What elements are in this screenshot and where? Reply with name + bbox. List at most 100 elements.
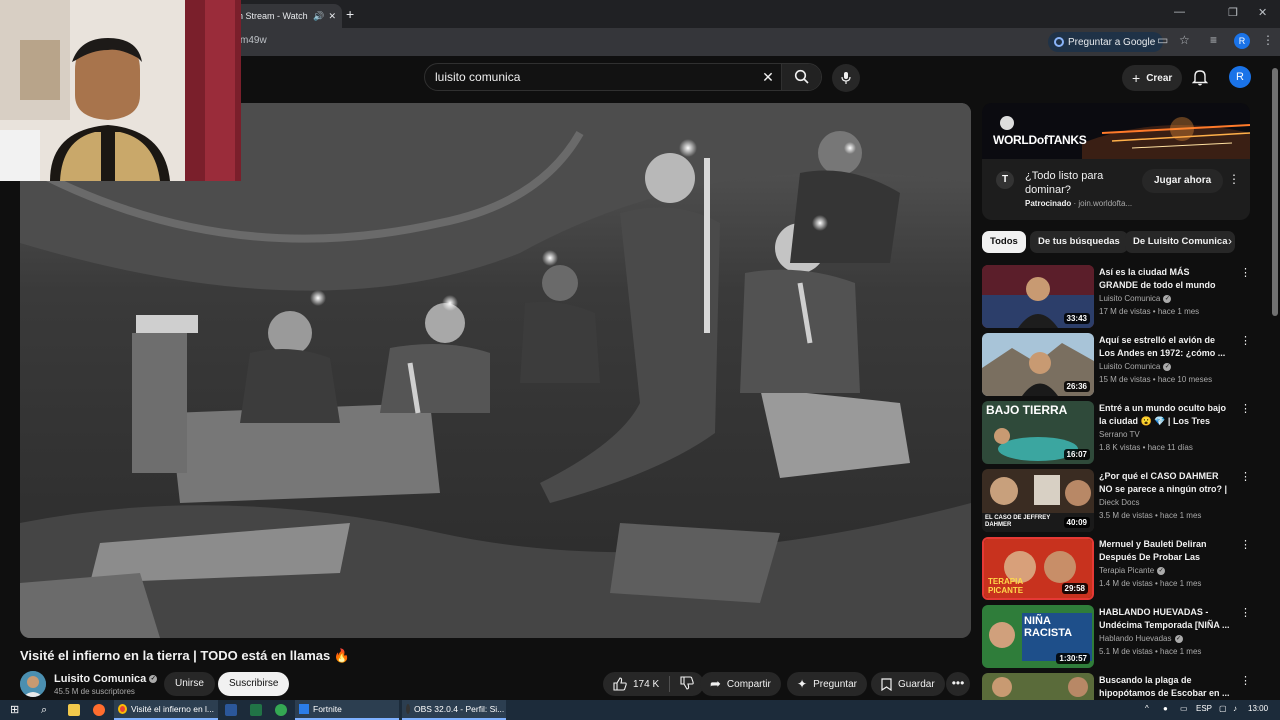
video-thumbnail[interactable]: BAJO TIERRA 16:07 <box>982 401 1094 464</box>
channel-line[interactable]: Hablando Huevadas ✓ <box>1099 634 1183 643</box>
item-menu-icon[interactable]: ⋮ <box>1240 334 1251 347</box>
ad-menu-icon[interactable]: ⋮ <box>1228 172 1240 186</box>
video-thumbnail[interactable]: 26:36 <box>982 333 1094 396</box>
channel-line[interactable]: Terapia Picante ✓ <box>1099 566 1166 575</box>
sponsored-ad[interactable]: WORLDofTANKS T ¿Todo listo para dominar?… <box>982 103 1250 220</box>
media-controls-icon[interactable]: ≡ <box>1210 33 1217 47</box>
video-title[interactable]: Así es la ciudad MÁS GRANDE de todo el m… <box>1099 266 1231 292</box>
list-item[interactable]: Buscando la plaga de hipopótamos de Esco… <box>982 673 1250 700</box>
browser-tab[interactable]: n Stream - Watch 🔊 ✕ <box>232 4 342 28</box>
channel-avatar[interactable] <box>20 671 46 697</box>
channel-line[interactable]: Luisito Comunica ✓ <box>1099 362 1172 371</box>
save-label: Guardar <box>898 678 935 690</box>
dislike-button[interactable] <box>680 675 694 693</box>
url-text[interactable]: m49w <box>240 35 267 46</box>
video-title[interactable]: ¿Por qué el CASO DAHMER NO se parece a n… <box>1099 470 1231 496</box>
word-icon[interactable] <box>225 704 237 716</box>
join-button[interactable]: Unirse <box>164 672 215 696</box>
ad-cta-button[interactable]: Jugar ahora <box>1142 169 1224 193</box>
channel-name[interactable]: Serrano TV <box>1099 430 1140 439</box>
list-item[interactable]: 26:36 Aquí se estrelló el avión de Los A… <box>982 333 1251 397</box>
channel-line[interactable]: Luisito Comunica ✓ <box>1099 294 1172 303</box>
ask-google-button[interactable]: Preguntar a Google <box>1048 32 1164 52</box>
tray-sound-icon[interactable]: ♪ <box>1233 704 1237 713</box>
close-window-icon[interactable]: ✕ <box>1258 6 1267 19</box>
list-item[interactable]: EL CASO DE JEFFREY DAHMER 40:09 ¿Por qué… <box>982 469 1251 533</box>
speaker-icon[interactable]: 🔊 <box>313 11 324 22</box>
tray-arrow-icon[interactable]: ^ <box>1145 704 1149 713</box>
item-menu-icon[interactable]: ⋮ <box>1240 402 1251 415</box>
new-tab-icon[interactable]: + <box>346 6 354 22</box>
more-actions-button[interactable]: ••• <box>946 672 970 696</box>
excel-icon[interactable] <box>250 704 262 716</box>
tray-clock[interactable]: 13:00 <box>1248 704 1268 713</box>
list-item[interactable]: NIÑA RACISTA 1:30:57 HABLANDO HUEVADAS -… <box>982 605 1251 669</box>
item-menu-icon[interactable]: ⋮ <box>1240 674 1250 687</box>
taskbar-obs[interactable]: OBS 32.0.4 - Perfil: Si... <box>402 700 506 720</box>
item-menu-icon[interactable]: ⋮ <box>1240 538 1251 551</box>
notifications-button[interactable] <box>1191 68 1209 91</box>
firefox-icon[interactable] <box>93 704 105 716</box>
windows-start-icon[interactable]: ⊞ <box>10 704 22 716</box>
item-menu-icon[interactable]: ⋮ <box>1240 606 1251 619</box>
ad-banner[interactable]: WORLDofTANKS <box>982 103 1250 159</box>
ad-banner-image <box>982 103 1250 159</box>
video-title[interactable]: Aquí se estrelló el avión de Los Andes e… <box>1099 334 1231 360</box>
video-title[interactable]: Buscando la plaga de hipopótamos de Esco… <box>1099 674 1231 700</box>
chip-all[interactable]: Todos <box>982 231 1026 253</box>
video-title[interactable]: Entré a un mundo oculto bajo la ciudad 😮… <box>1099 402 1231 428</box>
search-icon[interactable]: ⌕ <box>41 704 53 716</box>
item-menu-icon[interactable]: ⋮ <box>1240 470 1251 483</box>
video-thumbnail[interactable] <box>982 673 1094 700</box>
channel-name[interactable]: Luisito Comunica ✓ <box>54 673 158 685</box>
bookmark-star-icon[interactable]: ☆ <box>1179 33 1190 47</box>
page-scrollbar[interactable] <box>1272 68 1278 316</box>
video-title[interactable]: HABLANDO HUEVADAS - Undécima Temporada [… <box>1099 606 1231 632</box>
ask-button[interactable]: ✦ Preguntar <box>787 672 867 696</box>
clear-search-icon[interactable]: ✕ <box>755 69 781 86</box>
tray-display-icon[interactable]: ▢ <box>1219 704 1227 713</box>
list-item[interactable]: 33:43 Así es la ciudad MÁS GRANDE de tod… <box>982 265 1251 329</box>
screen: n Stream - Watch 🔊 ✕ + — ❐ ✕ m49w Pregun… <box>0 0 1280 720</box>
ad-sponsored-line: Patrocinado · join.worldofta... <box>1025 199 1133 208</box>
video-thumbnail[interactable]: NIÑA RACISTA 1:30:57 <box>982 605 1094 668</box>
video-thumbnail[interactable]: EL CASO DE JEFFREY DAHMER 40:09 <box>982 469 1094 532</box>
tray-mic-icon[interactable]: ● <box>1163 704 1168 713</box>
like-button[interactable]: 174 K <box>613 677 659 691</box>
video-thumbnail[interactable]: TERAPIA PICANTE 29:58 <box>982 537 1094 600</box>
fortnite-icon <box>299 704 309 714</box>
taskbar-fortnite[interactable]: Fortnite <box>295 700 399 720</box>
chip-from-searches[interactable]: De tus búsquedas <box>1030 231 1128 253</box>
tray-language[interactable]: ESP <box>1196 704 1212 713</box>
close-tab-icon[interactable]: ✕ <box>328 11 336 22</box>
minimize-icon[interactable]: — <box>1174 6 1185 18</box>
video-thumbnail[interactable]: 33:43 <box>982 265 1094 328</box>
share-label: Compartir <box>726 678 771 690</box>
video-duration: 16:07 <box>1063 449 1090 460</box>
account-avatar[interactable]: R <box>1229 66 1251 88</box>
video-title[interactable]: Mernuel y Bauleti Deliran Después De Pro… <box>1099 538 1231 564</box>
restore-icon[interactable]: ❐ <box>1228 6 1238 19</box>
search-button[interactable] <box>781 64 821 90</box>
chip-from-channel[interactable]: De Luisito Comunica <box>1125 231 1236 253</box>
cast-icon[interactable]: ▭ <box>1157 33 1168 47</box>
tray-network-icon[interactable]: ▭ <box>1180 704 1188 713</box>
chevron-right-icon[interactable]: › <box>1228 234 1232 248</box>
browser-menu-icon[interactable]: ⋮ <box>1262 33 1274 47</box>
item-menu-icon[interactable]: ⋮ <box>1240 266 1251 279</box>
subscribe-button[interactable]: Suscribirse <box>218 672 290 696</box>
taskbar-chrome[interactable]: Visité el infierno en l... <box>114 700 218 720</box>
file-explorer-icon[interactable] <box>68 704 80 716</box>
save-button[interactable]: Guardar <box>871 672 945 696</box>
video-player[interactable] <box>20 103 971 638</box>
list-item[interactable]: BAJO TIERRA 16:07 Entré a un mundo ocult… <box>982 401 1251 465</box>
list-item[interactable]: TERAPIA PICANTE 29:58 Mernuel y Bauleti … <box>982 537 1251 601</box>
bell-icon <box>1191 70 1209 86</box>
chrome-app-icon[interactable] <box>275 704 287 716</box>
channel-name[interactable]: Dieck Docs <box>1099 498 1139 507</box>
browser-profile-avatar[interactable]: R <box>1234 33 1250 49</box>
search-input[interactable]: luisito comunica <box>425 70 755 84</box>
create-button[interactable]: + Crear <box>1122 65 1183 91</box>
voice-search-button[interactable] <box>832 64 860 92</box>
share-button[interactable]: ➦ Compartir <box>700 672 781 696</box>
